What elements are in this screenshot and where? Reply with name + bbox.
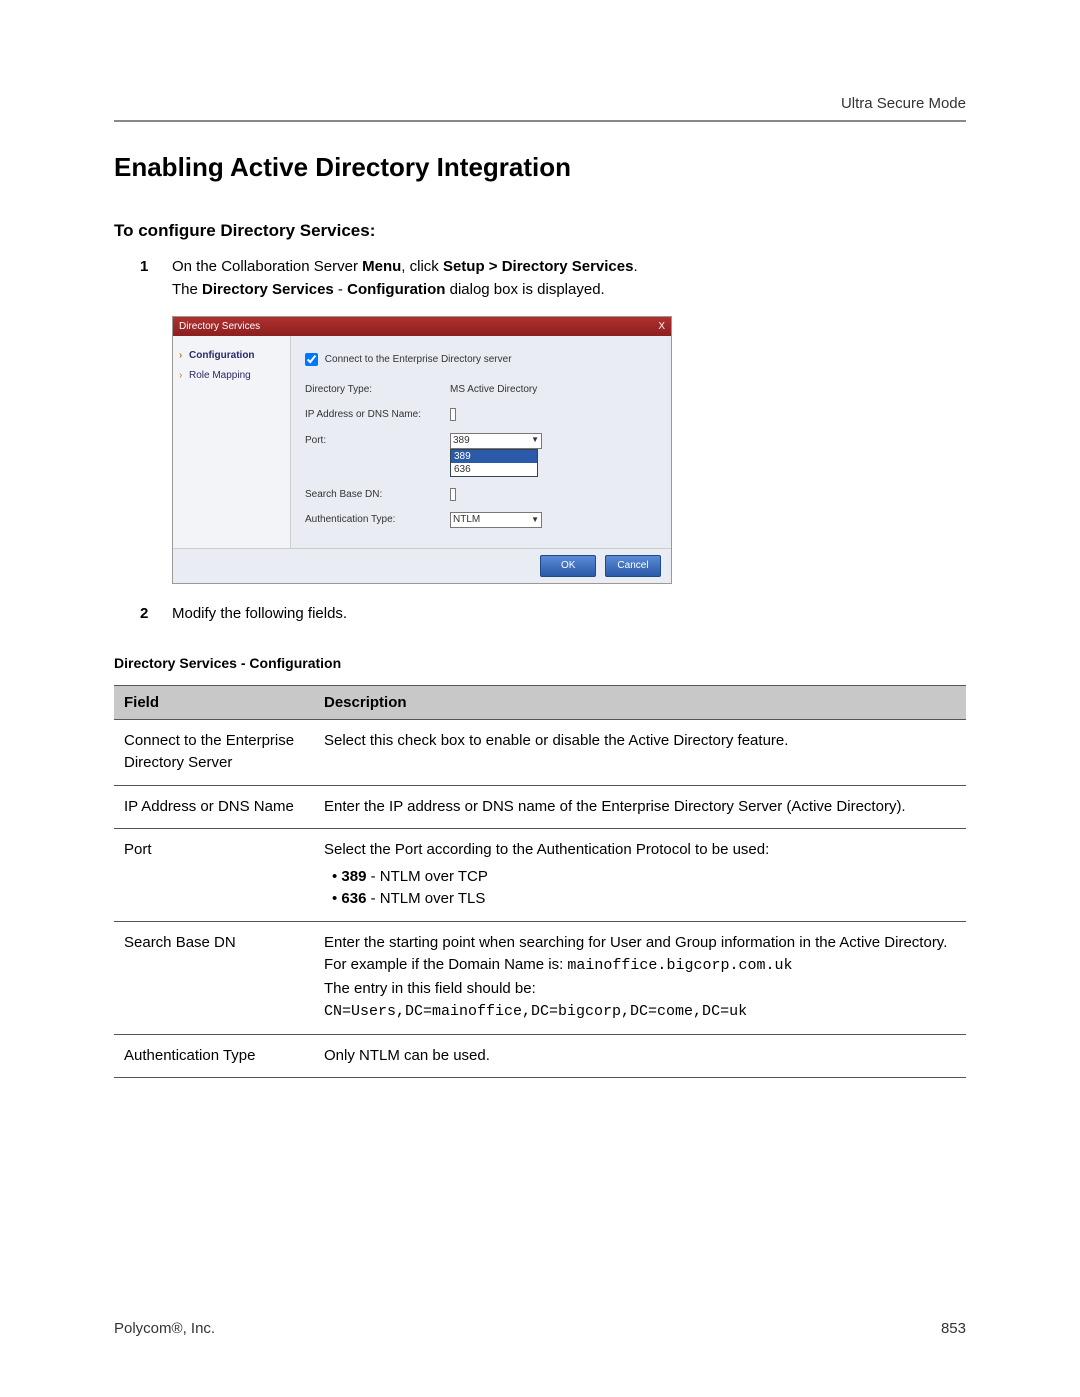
label-ip-dns: IP Address or DNS Name:	[305, 407, 450, 423]
section-heading: To configure Directory Services:	[114, 221, 966, 241]
config-table: Field Description Connect to the Enterpr…	[114, 685, 966, 1079]
page-footer: Polycom®, Inc. 853	[114, 1320, 966, 1337]
step-2-text: Modify the following fields.	[172, 605, 347, 622]
cancel-button[interactable]: Cancel	[605, 555, 661, 577]
port-option-636[interactable]: 636	[451, 463, 537, 476]
connect-checkbox-label: Connect to the Enterprise Directory serv…	[325, 354, 512, 365]
table-row: Connect to the Enterprise Directory Serv…	[114, 719, 966, 785]
auth-type-select[interactable]: NTLM ▼	[450, 512, 542, 528]
chevron-down-icon: ▼	[531, 514, 539, 526]
label-port: Port:	[305, 433, 450, 449]
label-search-base-dn: Search Base DN:	[305, 487, 450, 503]
dialog-title: Directory Services	[179, 319, 260, 335]
table-row: Port Select the Port according to the Au…	[114, 829, 966, 922]
th-description: Description	[314, 685, 966, 719]
step-1-line1: On the Collaboration Server Menu, click …	[172, 258, 638, 275]
close-icon[interactable]: X	[658, 319, 665, 335]
header-rule	[114, 120, 966, 122]
header-right: Ultra Secure Mode	[114, 95, 966, 112]
cell-field: Port	[114, 829, 314, 922]
step-1-line2: The Directory Services - Configuration d…	[172, 281, 605, 298]
cell-desc: Select the Port according to the Authent…	[314, 829, 966, 922]
th-field: Field	[114, 685, 314, 719]
cell-desc: Only NTLM can be used.	[314, 1034, 966, 1078]
cell-desc: Enter the starting point when searching …	[314, 921, 966, 1034]
directory-services-dialog: Directory Services X Configuration Role …	[172, 316, 672, 584]
search-base-dn-input[interactable]	[450, 488, 456, 501]
ok-button[interactable]: OK	[540, 555, 596, 577]
step-1-number: 1	[140, 255, 148, 278]
table-row: IP Address or DNS Name Enter the IP addr…	[114, 785, 966, 829]
port-option-389[interactable]: 389	[451, 450, 537, 463]
table-caption: Directory Services - Configuration	[114, 655, 966, 671]
cell-desc: Enter the IP address or DNS name of the …	[314, 785, 966, 829]
dialog-titlebar: Directory Services X	[173, 317, 671, 337]
dialog-footer: OK Cancel	[173, 548, 671, 583]
port-dropdown-list[interactable]: 389 636	[450, 449, 538, 477]
label-auth-type: Authentication Type:	[305, 512, 450, 528]
nav-item-configuration[interactable]: Configuration	[179, 346, 284, 366]
cell-field: Search Base DN	[114, 921, 314, 1034]
dialog-form: Connect to the Enterprise Directory serv…	[291, 336, 671, 548]
cell-field: IP Address or DNS Name	[114, 785, 314, 829]
port-select[interactable]: 389 ▼	[450, 433, 542, 449]
footer-left: Polycom®, Inc.	[114, 1320, 215, 1337]
table-row: Search Base DN Enter the starting point …	[114, 921, 966, 1034]
connect-checkbox[interactable]	[305, 353, 318, 366]
step-2: 2 Modify the following fields.	[152, 602, 966, 625]
ip-dns-input[interactable]	[450, 408, 456, 421]
chevron-down-icon: ▼	[531, 434, 539, 446]
label-directory-type: Directory Type:	[305, 382, 450, 398]
value-directory-type: MS Active Directory	[450, 382, 657, 398]
dialog-nav: Configuration Role Mapping	[173, 336, 291, 548]
cell-field: Connect to the Enterprise Directory Serv…	[114, 719, 314, 785]
cell-desc: Select this check box to enable or disab…	[314, 719, 966, 785]
table-row: Authentication Type Only NTLM can be use…	[114, 1034, 966, 1078]
page-title: Enabling Active Directory Integration	[114, 152, 966, 183]
nav-item-role-mapping[interactable]: Role Mapping	[179, 366, 284, 386]
step-2-number: 2	[140, 602, 148, 625]
footer-page-number: 853	[941, 1320, 966, 1337]
step-1: 1 On the Collaboration Server Menu, clic…	[152, 255, 966, 584]
cell-field: Authentication Type	[114, 1034, 314, 1078]
